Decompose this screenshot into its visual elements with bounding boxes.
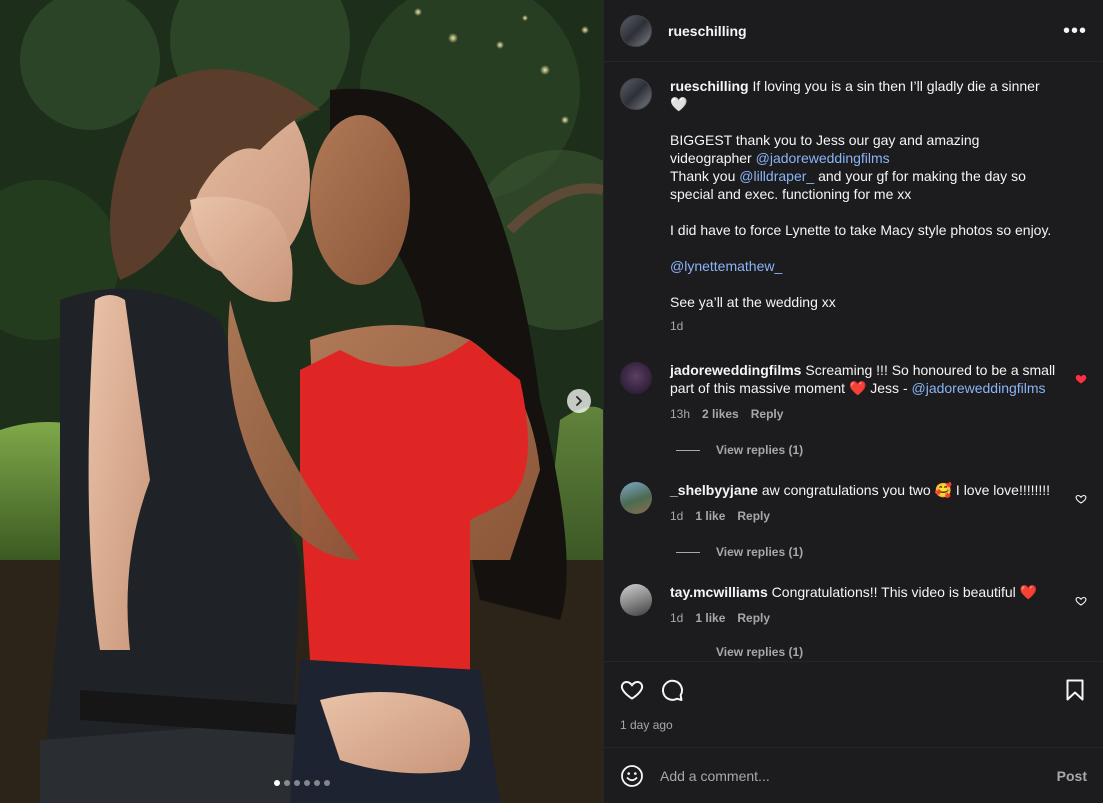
comment-text: Congratulations!! This video is beautifu… xyxy=(767,584,1038,600)
liked-heart-icon[interactable] xyxy=(1075,373,1087,385)
comment-likes[interactable]: 2 likes xyxy=(702,405,739,423)
post-age: 1 day ago xyxy=(620,718,673,732)
reply-button[interactable]: Reply xyxy=(737,609,770,627)
more-options-icon[interactable]: ••• xyxy=(1063,21,1087,41)
mention-link[interactable]: @lilldraper_ xyxy=(739,168,814,184)
comment-body: _shelbyyjane aw congratulations you two … xyxy=(670,481,1087,525)
caption: rueschilling If loving you is a sin then… xyxy=(620,77,1087,335)
comment-time[interactable]: 13h xyxy=(670,405,690,423)
post-comment-button[interactable]: Post xyxy=(1057,768,1087,784)
commenter-avatar[interactable] xyxy=(620,482,652,514)
view-replies-button[interactable]: View replies (1) xyxy=(676,645,1087,659)
mention-link[interactable]: @lynettemathew_ xyxy=(670,258,782,274)
author-avatar[interactable] xyxy=(620,14,652,47)
comment-body: jadoreweddingfilms Screaming !!! So hono… xyxy=(670,361,1087,423)
caption-body: rueschilling If loving you is a sin then… xyxy=(670,77,1087,335)
comment-time[interactable]: 1d xyxy=(670,609,683,627)
comment-time[interactable]: 1d xyxy=(670,507,683,525)
commenter-avatar[interactable] xyxy=(620,362,652,394)
comment-item: jadoreweddingfilms Screaming !!! So hono… xyxy=(620,361,1087,423)
replies-divider xyxy=(676,449,700,451)
heart-outline-icon[interactable] xyxy=(1075,493,1087,505)
caption-paragraph-5: See ya’ll at the wedding xx xyxy=(670,294,836,310)
save-bookmark-icon[interactable] xyxy=(1063,678,1087,702)
view-replies-label[interactable]: View replies (1) xyxy=(716,443,803,457)
caption-username[interactable]: rueschilling xyxy=(670,78,749,94)
comment-bubble-icon[interactable] xyxy=(660,678,684,702)
chevron-right-icon xyxy=(576,396,582,406)
mention-link[interactable]: @jadoreweddingfilms xyxy=(756,150,890,166)
caption-author-avatar[interactable] xyxy=(620,78,652,110)
mention-link[interactable]: @jadoreweddingfilms xyxy=(912,380,1046,396)
add-comment-input[interactable] xyxy=(660,767,1057,784)
view-replies-button[interactable]: View replies (1) xyxy=(676,545,1087,559)
carousel-dot-5 xyxy=(313,780,320,786)
commenter-username[interactable]: jadoreweddingfilms xyxy=(670,362,801,378)
carousel-indicator xyxy=(0,780,603,786)
heart-outline-icon[interactable] xyxy=(1075,595,1087,607)
commenter-avatar[interactable] xyxy=(620,584,652,616)
reply-button[interactable]: Reply xyxy=(751,405,784,423)
carousel-dot-3 xyxy=(293,780,300,786)
caption-thanks-text-2: Thank you xyxy=(670,168,740,184)
post-actions: 1 day ago xyxy=(604,661,1103,747)
comment-item: _shelbyyjane aw congratulations you two … xyxy=(620,481,1087,525)
carousel-dot-6 xyxy=(323,780,330,786)
commenter-username[interactable]: _shelbyyjane xyxy=(670,482,758,498)
comments-list[interactable]: rueschilling If loving you is a sin then… xyxy=(604,63,1103,661)
caption-paragraph-3: I did have to force Lynette to take Macy… xyxy=(670,222,1052,238)
post-side-panel: rueschilling ••• rueschilling If loving … xyxy=(603,0,1103,803)
like-heart-icon[interactable] xyxy=(620,678,644,702)
view-replies-button[interactable]: View replies (1) xyxy=(676,443,1087,457)
carousel-dot-4 xyxy=(303,780,310,786)
carousel-dot-2 xyxy=(283,780,290,786)
comment-item: tay.mcwilliams Congratulations!! This vi… xyxy=(620,583,1087,627)
post-header: rueschilling ••• xyxy=(604,0,1103,62)
instagram-post-view: rueschilling ••• rueschilling If loving … xyxy=(0,0,1103,803)
view-replies-label[interactable]: View replies (1) xyxy=(716,645,803,659)
carousel-dot-1 xyxy=(273,780,280,786)
reply-button[interactable]: Reply xyxy=(737,507,770,525)
author-username[interactable]: rueschilling xyxy=(668,23,747,39)
commenter-username[interactable]: tay.mcwilliams xyxy=(670,584,768,600)
post-photo[interactable] xyxy=(0,0,603,803)
add-comment-bar: Post xyxy=(604,747,1103,803)
emoji-icon[interactable] xyxy=(620,764,644,788)
comment-likes[interactable]: 1 like xyxy=(695,507,725,525)
photo-illustration xyxy=(0,0,603,803)
replies-divider xyxy=(676,551,700,553)
next-photo-button[interactable] xyxy=(567,389,591,413)
view-replies-label[interactable]: View replies (1) xyxy=(716,545,803,559)
comment-likes[interactable]: 1 like xyxy=(695,609,725,627)
caption-time[interactable]: 1d xyxy=(670,317,683,335)
comment-text: aw congratulations you two 🥰 I love love… xyxy=(757,482,1051,498)
replies-divider xyxy=(676,652,700,653)
comment-body: tay.mcwilliams Congratulations!! This vi… xyxy=(670,583,1087,627)
